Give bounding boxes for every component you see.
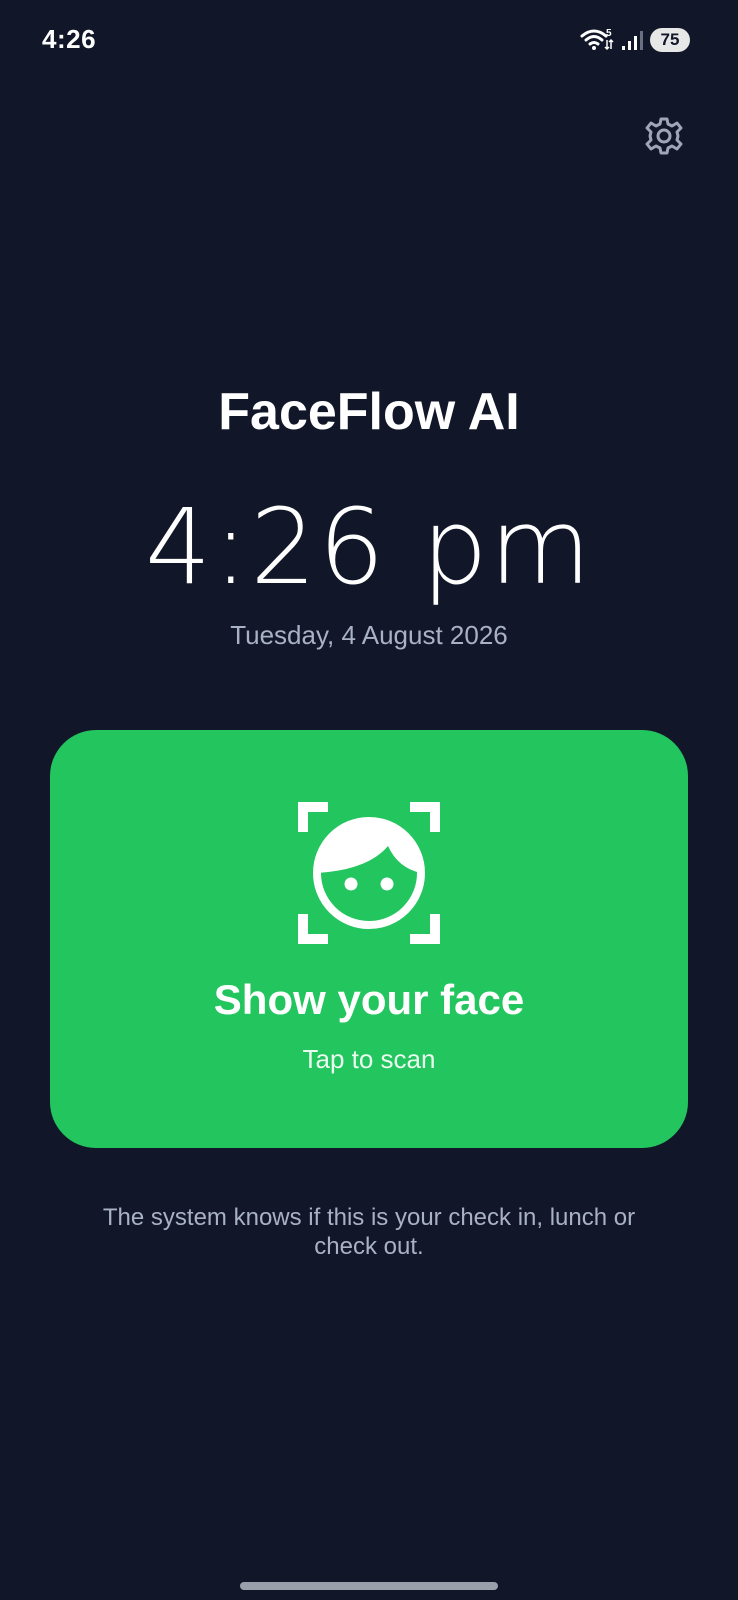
scan-subtitle: Tap to scan [302,1044,436,1074]
home-indicator[interactable] [240,1582,498,1590]
wifi-badge: 5 [606,28,612,39]
face-scan-icon [298,802,440,944]
signal-icon [620,28,644,52]
scan-title: Show your face [213,976,525,1023]
gear-icon [644,116,684,161]
settings-button[interactable] [640,114,688,162]
status-time: 4:26 [42,24,97,54]
info-text: The system knows if this is your check i… [102,1204,636,1260]
status-bar: 4:26 5 75 [0,0,738,80]
date: Tuesday, 4 August 2026 [230,620,508,650]
app-title: FaceFlow AI [218,383,520,441]
scan-face-button[interactable]: Show your face Tap to scan [50,730,688,1148]
screen: 4:26 5 75 FaceFlow AI 4:26 pm Tuesday, 4… [0,0,738,1600]
status-icons: 5 75 [580,26,690,54]
clock: 4:26 pm [145,486,593,608]
wifi-icon: 5 [580,27,614,53]
battery-icon: 75 [650,28,690,52]
